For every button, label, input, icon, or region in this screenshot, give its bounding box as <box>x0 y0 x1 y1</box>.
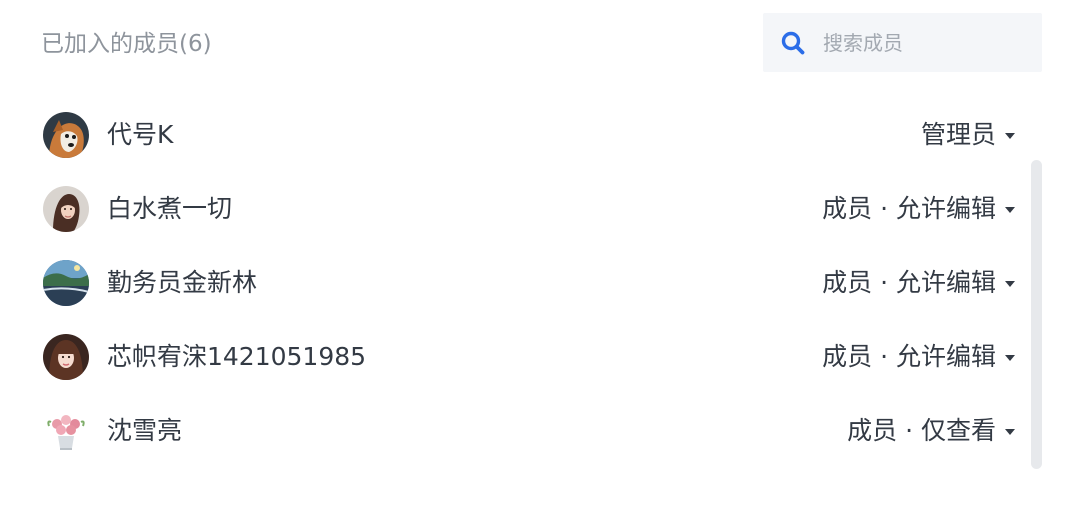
member-row[interactable]: 芯帜宥浨1421051985 成员 · 允许编辑 <box>0 319 1030 393</box>
role-label: 成员 · 允许编辑 <box>822 194 996 223</box>
role-dropdown[interactable]: 成员 · 允许编辑 <box>822 338 1015 376</box>
role-label: 成员 · 允许编辑 <box>822 268 996 297</box>
flower-avatar[interactable] <box>43 408 89 454</box>
search-icon[interactable] <box>780 30 806 56</box>
role-dropdown[interactable]: 管理员 <box>921 116 1015 154</box>
member-row[interactable]: 沈雪亮 成员 · 仅查看 <box>0 393 1030 467</box>
role-dropdown[interactable]: 成员 · 仅查看 <box>847 412 1015 450</box>
caret-down-icon <box>1005 429 1015 435</box>
member-row[interactable]: 白水煮一切 成员 · 允许编辑 <box>0 171 1030 245</box>
caret-down-icon <box>1005 133 1015 139</box>
girl-avatar[interactable] <box>43 186 89 232</box>
scrollbar[interactable] <box>1031 160 1042 469</box>
member-name: 沈雪亮 <box>107 416 183 445</box>
landscape-avatar[interactable] <box>43 260 89 306</box>
dog-avatar[interactable] <box>43 112 89 158</box>
portrait-avatar[interactable] <box>43 334 89 380</box>
search-box[interactable] <box>763 13 1042 72</box>
caret-down-icon <box>1005 355 1015 361</box>
member-name: 芯帜宥浨1421051985 <box>107 342 367 371</box>
members-count-title: 已加入的成员(6) <box>41 31 212 57</box>
role-label: 成员 · 允许编辑 <box>822 342 996 371</box>
member-row[interactable]: 代号K 管理员 <box>0 97 1030 171</box>
member-name: 代号K <box>107 120 174 149</box>
member-name: 勤务员金新林 <box>107 268 258 297</box>
caret-down-icon <box>1005 281 1015 287</box>
role-label: 管理员 <box>920 120 996 149</box>
search-input[interactable] <box>823 30 1023 55</box>
role-label: 成员 · 仅查看 <box>847 416 996 445</box>
role-dropdown[interactable]: 成员 · 允许编辑 <box>822 264 1015 302</box>
role-dropdown[interactable]: 成员 · 允许编辑 <box>822 190 1015 228</box>
member-row[interactable]: 勤务员金新林 成员 · 允许编辑 <box>0 245 1030 319</box>
member-name: 白水煮一切 <box>107 194 233 223</box>
caret-down-icon <box>1005 207 1015 213</box>
